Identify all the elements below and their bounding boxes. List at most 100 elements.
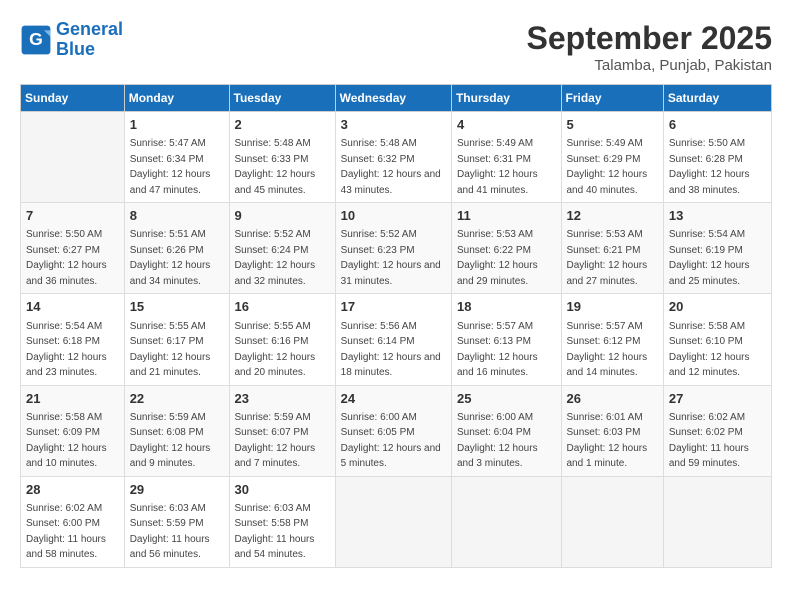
day-info: Sunrise: 5:52 AMSunset: 6:23 PMDaylight:… — [341, 229, 441, 287]
calendar-cell — [663, 476, 771, 567]
calendar-week-row: 14 Sunrise: 5:54 AMSunset: 6:18 PMDayligh… — [21, 294, 772, 385]
day-number: 4 — [457, 116, 556, 134]
day-info: Sunrise: 5:56 AMSunset: 6:14 PMDaylight:… — [341, 321, 441, 379]
day-info: Sunrise: 5:48 AMSunset: 6:33 PMDaylight:… — [235, 138, 316, 196]
day-number: 30 — [235, 481, 330, 499]
day-number: 20 — [669, 298, 766, 316]
day-info: Sunrise: 5:58 AMSunset: 6:10 PMDaylight:… — [669, 321, 750, 379]
calendar-cell: 9 Sunrise: 5:52 AMSunset: 6:24 PMDaylight… — [229, 203, 335, 294]
title-block: September 2025 Talamba, Punjab, Pakistan — [527, 20, 772, 74]
day-number: 14 — [26, 298, 119, 316]
day-info: Sunrise: 5:52 AMSunset: 6:24 PMDaylight:… — [235, 229, 316, 287]
day-info: Sunrise: 6:03 AMSunset: 5:58 PMDaylight:… — [235, 503, 315, 561]
day-number: 19 — [567, 298, 658, 316]
calendar-cell: 11 Sunrise: 5:53 AMSunset: 6:22 PMDayligh… — [451, 203, 561, 294]
calendar-cell: 3 Sunrise: 5:48 AMSunset: 6:32 PMDaylight… — [335, 112, 451, 203]
day-number: 9 — [235, 207, 330, 225]
day-number: 3 — [341, 116, 446, 134]
day-info: Sunrise: 5:59 AMSunset: 6:07 PMDaylight:… — [235, 412, 316, 470]
weekday-header: Wednesday — [335, 85, 451, 112]
day-info: Sunrise: 5:49 AMSunset: 6:31 PMDaylight:… — [457, 138, 538, 196]
logo-icon: G — [20, 24, 52, 56]
calendar-cell: 16 Sunrise: 5:55 AMSunset: 6:16 PMDayligh… — [229, 294, 335, 385]
calendar-cell: 12 Sunrise: 5:53 AMSunset: 6:21 PMDayligh… — [561, 203, 663, 294]
calendar-cell: 6Sunrise: 5:50 AMSunset: 6:28 PMDaylight… — [663, 112, 771, 203]
day-info: Sunrise: 5:47 AMSunset: 6:34 PMDaylight:… — [130, 138, 211, 196]
day-info: Sunrise: 6:01 AMSunset: 6:03 PMDaylight:… — [567, 412, 648, 470]
weekday-header: Thursday — [451, 85, 561, 112]
page-header: G General Blue September 2025 Talamba, P… — [20, 20, 772, 74]
calendar-cell: 23 Sunrise: 5:59 AMSunset: 6:07 PMDayligh… — [229, 385, 335, 476]
day-number: 28 — [26, 481, 119, 499]
day-info: Sunrise: 6:03 AMSunset: 5:59 PMDaylight:… — [130, 503, 210, 561]
day-number: 8 — [130, 207, 224, 225]
day-number: 22 — [130, 390, 224, 408]
calendar-cell: 14 Sunrise: 5:54 AMSunset: 6:18 PMDayligh… — [21, 294, 125, 385]
day-info: Sunrise: 5:55 AMSunset: 6:16 PMDaylight:… — [235, 321, 316, 379]
day-number: 18 — [457, 298, 556, 316]
weekday-header: Tuesday — [229, 85, 335, 112]
weekday-header-row: SundayMondayTuesdayWednesdayThursdayFrid… — [21, 85, 772, 112]
day-info: Sunrise: 5:49 AMSunset: 6:29 PMDaylight:… — [567, 138, 648, 196]
calendar-week-row: 7 Sunrise: 5:50 AMSunset: 6:27 PMDaylight… — [21, 203, 772, 294]
logo: G General Blue — [20, 20, 123, 60]
day-info: Sunrise: 5:53 AMSunset: 6:21 PMDaylight:… — [567, 229, 648, 287]
calendar-week-row: 21 Sunrise: 5:58 AMSunset: 6:09 PMDayligh… — [21, 385, 772, 476]
calendar-cell: 26Sunrise: 6:01 AMSunset: 6:03 PMDayligh… — [561, 385, 663, 476]
day-number: 17 — [341, 298, 446, 316]
location: Talamba, Punjab, Pakistan — [527, 57, 772, 74]
calendar-cell: 28 Sunrise: 6:02 AMSunset: 6:00 PMDayligh… — [21, 476, 125, 567]
calendar-cell: 17 Sunrise: 5:56 AMSunset: 6:14 PMDayligh… — [335, 294, 451, 385]
calendar-cell: 5Sunrise: 5:49 AMSunset: 6:29 PMDaylight… — [561, 112, 663, 203]
calendar-cell — [335, 476, 451, 567]
day-info: Sunrise: 6:02 AMSunset: 6:00 PMDaylight:… — [26, 503, 106, 561]
weekday-header: Friday — [561, 85, 663, 112]
day-info: Sunrise: 5:59 AMSunset: 6:08 PMDaylight:… — [130, 412, 211, 470]
calendar-week-row: 28 Sunrise: 6:02 AMSunset: 6:00 PMDayligh… — [21, 476, 772, 567]
calendar-cell: 29 Sunrise: 6:03 AMSunset: 5:59 PMDayligh… — [124, 476, 229, 567]
day-info: Sunrise: 5:48 AMSunset: 6:32 PMDaylight:… — [341, 138, 441, 196]
day-number: 23 — [235, 390, 330, 408]
day-number: 25 — [457, 390, 556, 408]
logo-text: General Blue — [56, 20, 123, 60]
day-info: Sunrise: 6:00 AMSunset: 6:05 PMDaylight:… — [341, 412, 441, 470]
calendar-cell — [21, 112, 125, 203]
calendar-cell: 21 Sunrise: 5:58 AMSunset: 6:09 PMDayligh… — [21, 385, 125, 476]
day-info: Sunrise: 5:50 AMSunset: 6:27 PMDaylight:… — [26, 229, 107, 287]
day-info: Sunrise: 5:57 AMSunset: 6:12 PMDaylight:… — [567, 321, 648, 379]
day-number: 29 — [130, 481, 224, 499]
day-info: Sunrise: 5:55 AMSunset: 6:17 PMDaylight:… — [130, 321, 211, 379]
calendar-cell: 19 Sunrise: 5:57 AMSunset: 6:12 PMDayligh… — [561, 294, 663, 385]
calendar-cell: 27 Sunrise: 6:02 AMSunset: 6:02 PMDayligh… — [663, 385, 771, 476]
weekday-header: Monday — [124, 85, 229, 112]
calendar-cell: 7 Sunrise: 5:50 AMSunset: 6:27 PMDaylight… — [21, 203, 125, 294]
day-number: 21 — [26, 390, 119, 408]
calendar-cell — [451, 476, 561, 567]
day-number: 12 — [567, 207, 658, 225]
day-number: 27 — [669, 390, 766, 408]
calendar-cell: 24 Sunrise: 6:00 AMSunset: 6:05 PMDayligh… — [335, 385, 451, 476]
day-number: 15 — [130, 298, 224, 316]
day-number: 1 — [130, 116, 224, 134]
day-info: Sunrise: 5:54 AMSunset: 6:18 PMDaylight:… — [26, 321, 107, 379]
calendar-cell — [561, 476, 663, 567]
svg-text:G: G — [29, 29, 43, 49]
day-number: 11 — [457, 207, 556, 225]
day-info: Sunrise: 5:58 AMSunset: 6:09 PMDaylight:… — [26, 412, 107, 470]
day-info: Sunrise: 6:02 AMSunset: 6:02 PMDaylight:… — [669, 412, 749, 470]
calendar-cell: 15 Sunrise: 5:55 AMSunset: 6:17 PMDayligh… — [124, 294, 229, 385]
day-number: 2 — [235, 116, 330, 134]
calendar-cell: 13Sunrise: 5:54 AMSunset: 6:19 PMDayligh… — [663, 203, 771, 294]
day-number: 10 — [341, 207, 446, 225]
month-title: September 2025 — [527, 20, 772, 57]
day-number: 16 — [235, 298, 330, 316]
day-info: Sunrise: 5:53 AMSunset: 6:22 PMDaylight:… — [457, 229, 538, 287]
day-info: Sunrise: 5:51 AMSunset: 6:26 PMDaylight:… — [130, 229, 211, 287]
day-info: Sunrise: 6:00 AMSunset: 6:04 PMDaylight:… — [457, 412, 538, 470]
day-number: 7 — [26, 207, 119, 225]
calendar-table: SundayMondayTuesdayWednesdayThursdayFrid… — [20, 84, 772, 568]
calendar-cell: 10 Sunrise: 5:52 AMSunset: 6:23 PMDayligh… — [335, 203, 451, 294]
calendar-cell: 2 Sunrise: 5:48 AMSunset: 6:33 PMDaylight… — [229, 112, 335, 203]
day-info: Sunrise: 5:50 AMSunset: 6:28 PMDaylight:… — [669, 138, 750, 196]
day-number: 24 — [341, 390, 446, 408]
